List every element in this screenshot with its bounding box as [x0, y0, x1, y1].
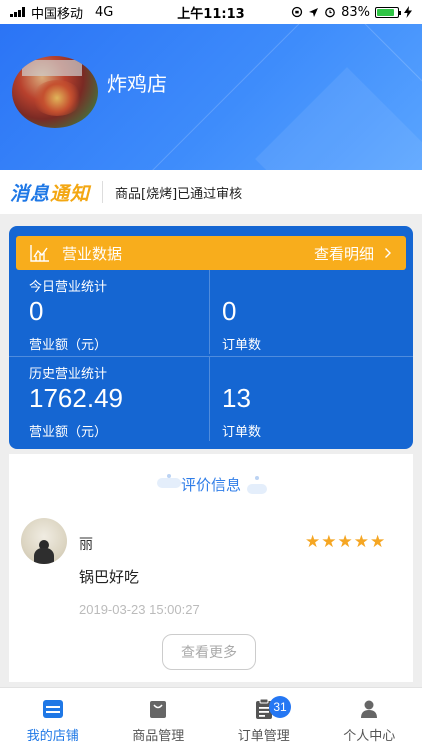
carrier-name: 中国移动	[31, 6, 84, 22]
view-detail-label: 查看明细	[313, 244, 374, 263]
review-section-title: 评价信息	[180, 476, 241, 494]
status-right: 83%	[291, 5, 412, 20]
today-revenue-cell: 今日营业统计 0 营业额（元）	[9, 270, 210, 354]
history-revenue-cell: 历史营业统计 1762.49 营业额（元）	[9, 357, 210, 441]
today-orders-cell: 0 订单数	[210, 270, 413, 354]
status-bar: 中国移动 4G 上午11:13 83%	[0, 0, 422, 24]
tab-label: 商品管理	[132, 729, 185, 744]
star-icon: ★	[321, 532, 337, 552]
today-revenue-value: 0	[29, 296, 44, 326]
today-section-label: 今日营业统计	[29, 280, 108, 295]
tab-order-management[interactable]: 订单管理 31	[211, 688, 317, 750]
location-icon	[309, 7, 319, 17]
chevron-right-icon	[385, 248, 391, 258]
tab-personal-center[interactable]: 个人中心	[317, 688, 422, 750]
tab-label: 我的店铺	[26, 729, 79, 744]
reviewer-avatar	[21, 518, 67, 564]
history-stats-row: 历史营业统计 1762.49 营业额（元） 13 订单数	[9, 356, 413, 441]
status-left: 中国移动 4G	[10, 3, 113, 22]
history-section-label: 历史营业统计	[29, 367, 108, 382]
history-orders-value: 13	[222, 383, 251, 413]
today-revenue-label: 营业额（元）	[29, 338, 108, 353]
notice-logo: 消息通知	[10, 179, 90, 206]
network-type: 4G	[95, 4, 114, 20]
tab-label: 个人中心	[343, 729, 396, 744]
shop-name: 炸鸡店	[107, 72, 167, 96]
shop-header: 炸鸡店	[0, 24, 422, 170]
notice-bar[interactable]: 消息通知 商品[烧烤]已通过审核	[0, 170, 422, 214]
bottom-tab-bar: 我的店铺 商品管理 订单管理 31 个人中心	[0, 687, 422, 750]
battery-percent: 83%	[341, 4, 370, 20]
notice-message[interactable]: 商品[烧烤]已通过审核	[115, 183, 242, 202]
view-detail-link[interactable]: 查看明细	[314, 243, 392, 264]
star-icon: ★	[337, 532, 353, 552]
business-data-card: 营业数据 查看明细 今日营业统计 0 营业额（元） 0 订单数 历史营业统计 1…	[9, 226, 413, 449]
rating-stars: ★ ★ ★ ★ ★	[305, 534, 385, 551]
today-orders-label: 订单数	[222, 338, 262, 353]
stats-grid: 今日营业统计 0 营业额（元） 0 订单数 历史营业统计 1762.49 营业额…	[9, 270, 413, 449]
store-icon	[42, 698, 64, 720]
tab-product-management[interactable]: 商品管理	[106, 688, 212, 750]
alarm-icon	[325, 7, 335, 18]
star-icon: ★	[370, 532, 386, 552]
rotation-lock-icon	[291, 6, 303, 18]
review-time: 2019-03-23 15:00:27	[79, 602, 200, 617]
star-icon: ★	[353, 532, 369, 552]
battery-icon	[375, 6, 401, 18]
bag-icon	[147, 698, 169, 720]
reviewer-name: 丽	[79, 537, 93, 553]
history-orders-label: 订单数	[222, 425, 262, 440]
history-revenue-value: 1762.49	[29, 383, 123, 413]
notice-logo-part2: 通知	[50, 182, 91, 205]
tab-label: 订单管理	[237, 729, 290, 744]
business-data-title: 营业数据	[62, 244, 123, 263]
shop-avatar[interactable]	[12, 56, 98, 128]
notice-logo-part1: 消息	[10, 182, 51, 205]
charging-icon	[404, 6, 412, 18]
star-icon: ★	[305, 532, 321, 552]
notice-divider	[102, 181, 104, 203]
history-revenue-label: 营业额（元）	[29, 425, 108, 440]
order-count-badge: 31	[269, 696, 291, 718]
signal-icon	[10, 7, 25, 17]
today-orders-value: 0	[222, 296, 237, 326]
today-stats-row: 今日营业统计 0 营业额（元） 0 订单数	[9, 270, 413, 354]
view-more-button[interactable]: 查看更多	[162, 634, 256, 670]
review-section: 评价信息 丽 ★ ★ ★ ★ ★ 锅巴好吃 2019-03-23 15:00:27 查看…	[9, 454, 413, 682]
review-content: 锅巴好吃	[79, 568, 140, 586]
person-icon	[358, 698, 380, 720]
business-data-header[interactable]: 营业数据 查看明细	[16, 236, 406, 270]
history-orders-cell: 13 订单数	[210, 357, 413, 441]
tab-my-store[interactable]: 我的店铺	[0, 688, 106, 750]
chart-icon	[30, 244, 50, 262]
